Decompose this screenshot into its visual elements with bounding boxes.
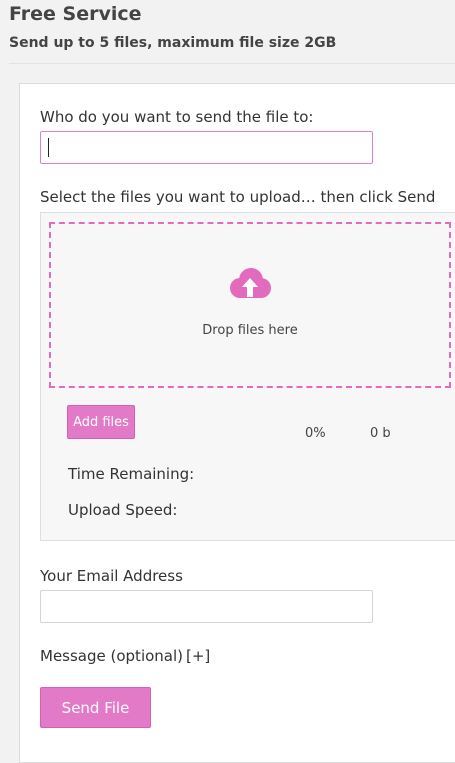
add-files-button[interactable]: Add files (67, 405, 135, 439)
service-subtitle: Send up to 5 files, maximum file size 2G… (9, 35, 337, 51)
recipient-input[interactable] (40, 131, 373, 164)
upload-speed-label: Upload Speed: (68, 501, 178, 519)
bytes-uploaded: 0 b (370, 426, 391, 441)
message-toggle[interactable]: [+] (186, 647, 210, 665)
send-file-button[interactable]: Send File (40, 687, 151, 728)
dropzone-text: Drop files here (202, 323, 298, 338)
service-title: Free Service (9, 3, 142, 25)
upload-label: Select the files you want to upload… the… (40, 188, 436, 206)
header-divider (9, 63, 455, 64)
message-label: Message (optional) (40, 647, 184, 665)
text-caret (48, 138, 49, 157)
email-input[interactable] (40, 590, 373, 623)
time-remaining-label: Time Remaining: (68, 465, 195, 483)
cloud-upload-icon (230, 268, 271, 298)
progress-percent: 0% (305, 426, 326, 441)
recipient-label: Who do you want to send the file to: (40, 108, 314, 126)
email-label: Your Email Address (40, 567, 183, 585)
